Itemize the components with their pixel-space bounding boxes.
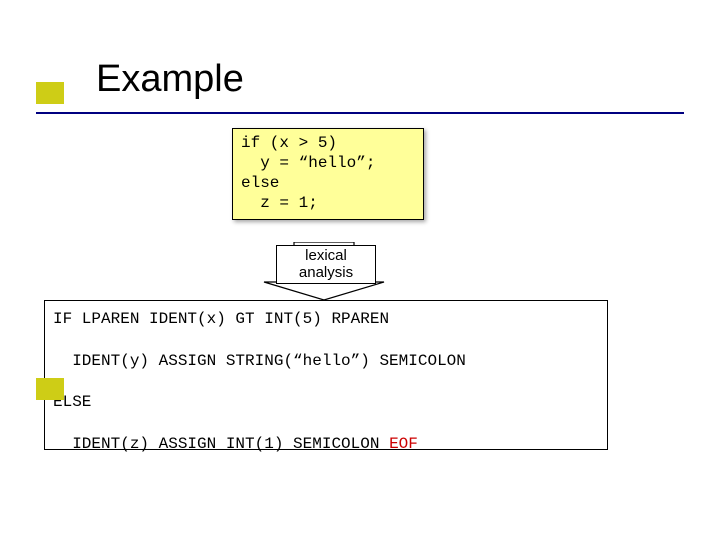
slide-title: Example (96, 58, 244, 101)
title-bullet-decor (36, 82, 64, 104)
tokens-eof: EOF (389, 435, 418, 453)
arrow-label-line-1: lexical (305, 247, 347, 264)
token-stream-box: IF LPAREN IDENT(x) GT INT(5) RPAREN IDEN… (44, 300, 608, 450)
code-line-4: z = 1; (241, 194, 318, 212)
tokens-line-1: IF LPAREN IDENT(x) GT INT(5) RPAREN (53, 310, 389, 328)
tokens-line-4a: IDENT(z) ASSIGN INT(1) SEMICOLON (53, 435, 389, 453)
title-underline (36, 112, 684, 114)
lexical-analysis-arrow: lexical analysis (254, 242, 394, 300)
code-line-1: if (x > 5) (241, 134, 337, 152)
code-line-2: y = “hello”; (241, 154, 375, 172)
arrow-label-line-2: analysis (299, 264, 353, 281)
arrow-label: lexical analysis (276, 245, 376, 284)
code-line-3: else (241, 174, 279, 192)
tokens-bullet-decor (36, 378, 64, 400)
tokens-line-2: IDENT(y) ASSIGN STRING(“hello”) SEMICOLO… (53, 352, 466, 370)
source-code-box: if (x > 5) y = “hello”; else z = 1; (232, 128, 424, 220)
